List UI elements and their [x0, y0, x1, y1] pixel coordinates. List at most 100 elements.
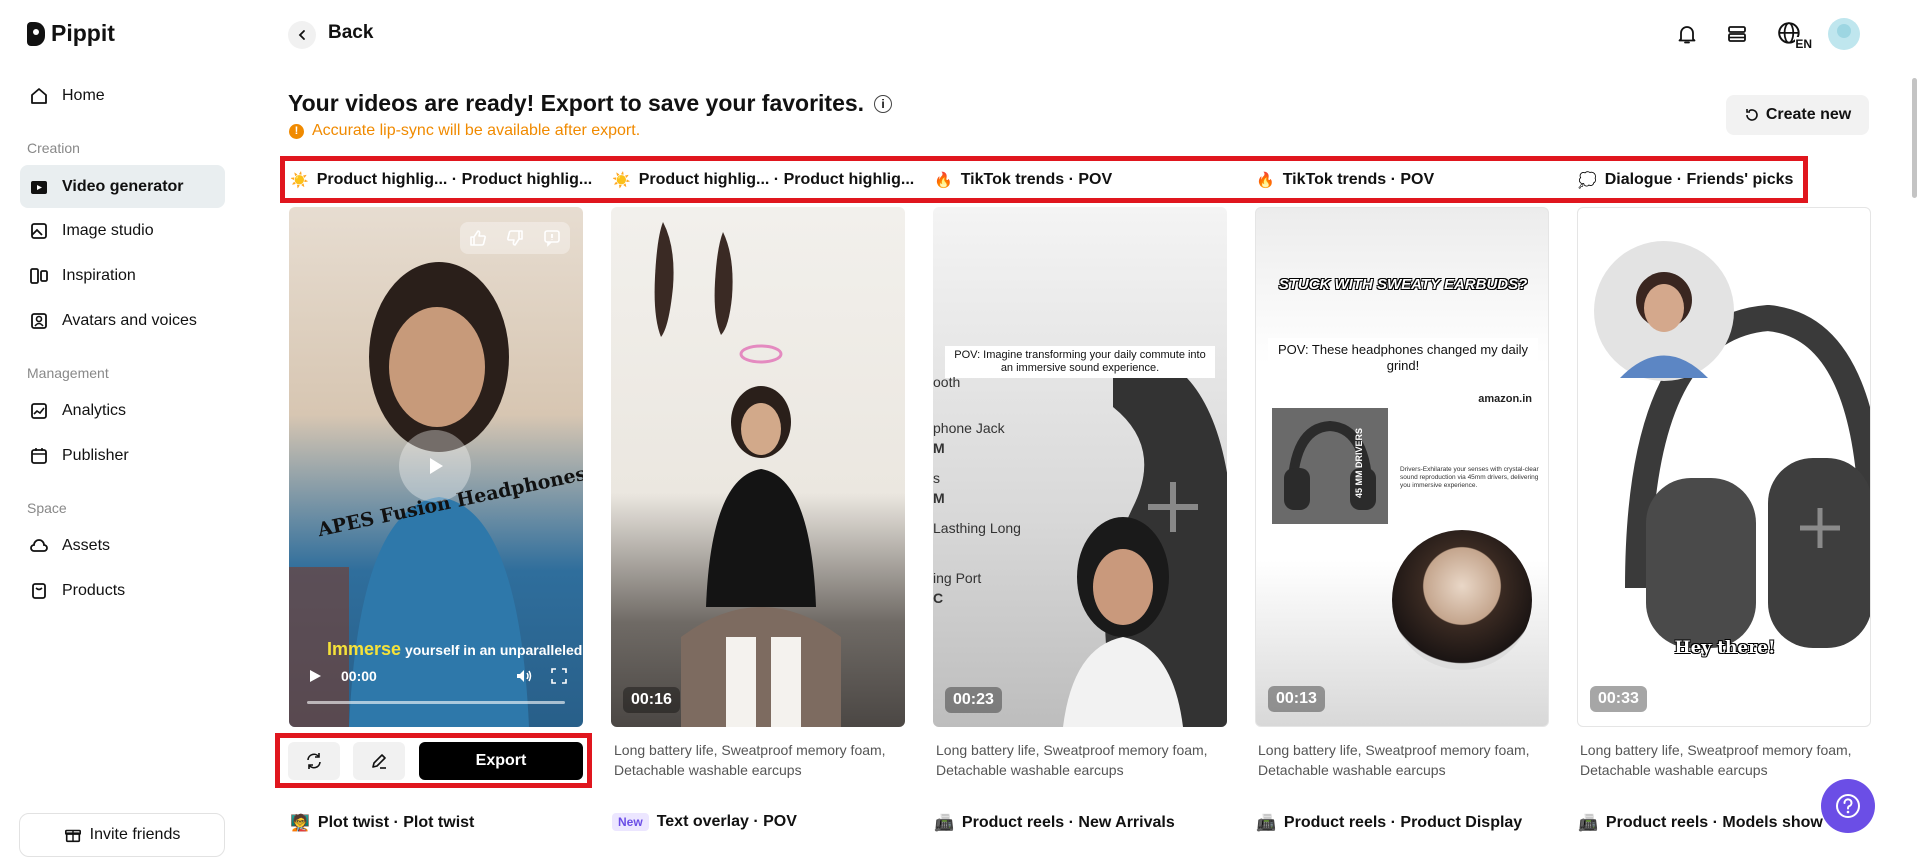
next-row-tag-1[interactable]: 🧑‍🏫 Plot twist · Plot twist: [290, 813, 474, 833]
play-small-icon[interactable]: [307, 668, 323, 684]
section-space: Space: [27, 500, 67, 516]
footer-label: Product reels · Product Display: [1283, 814, 1523, 831]
tag-5[interactable]: 💭 Dialogue · Friends' picks: [1578, 171, 1793, 189]
volume-icon[interactable]: [515, 667, 533, 685]
tag-1[interactable]: ☀️ Product highlig... · Product highlig..…: [290, 171, 592, 189]
pippit-logo-icon: [27, 21, 45, 46]
spec-list: ooth phone Jack M s M Lasthing Long ing …: [933, 372, 1021, 608]
sidebar: Pippit Home Creation Video generator Ima…: [0, 0, 242, 857]
invite-label: Invite friends: [89, 826, 181, 843]
fire-icon: 🔥: [934, 172, 953, 189]
language-icon[interactable]: EN: [1772, 19, 1812, 51]
image-icon: [28, 220, 50, 242]
inspiration-icon: [28, 265, 50, 287]
cloud-icon: [28, 535, 50, 557]
app-name: Pippit: [51, 20, 115, 46]
back-label[interactable]: Back: [328, 22, 373, 44]
footer-label: Text overlay · POV: [656, 813, 797, 830]
sidebar-item-publisher[interactable]: Publisher: [20, 434, 225, 477]
tag-3[interactable]: 🔥 TikTok trends · POV: [934, 171, 1112, 189]
sidebar-item-label: Publisher: [62, 446, 129, 464]
layers-icon[interactable]: [1722, 19, 1752, 49]
chevron-left-icon: [296, 29, 308, 41]
video-card-2[interactable]: 00:16: [611, 207, 905, 727]
sidebar-item-avatars-and-voices[interactable]: Avatars and voices: [20, 299, 225, 342]
back-button[interactable]: [288, 21, 316, 49]
overlay-text: POV: These headphones changed my daily g…: [1268, 338, 1538, 378]
duration-badge: 00:16: [623, 687, 680, 713]
time-display: 00:00: [341, 668, 377, 684]
fax-icon: 📠: [1256, 815, 1276, 832]
create-new-label: Create new: [1765, 106, 1852, 123]
sidebar-item-video-generator[interactable]: Video generator: [20, 165, 225, 208]
next-row-tag-2[interactable]: New Text overlay · POV: [612, 813, 797, 831]
caption-bottom: Immerse yourself in an unparalleled: [327, 639, 582, 660]
fax-icon: 📠: [934, 815, 954, 832]
spec-line: ing Port: [933, 570, 982, 586]
sidebar-item-label: Home: [62, 86, 105, 104]
avatar[interactable]: [1828, 18, 1860, 50]
headline-text: STUCK WITH SWEATY EARBUDS?: [1278, 276, 1528, 293]
sidebar-item-products[interactable]: Products: [20, 569, 225, 612]
page-scrollbar[interactable]: [1912, 78, 1917, 198]
page-title: Your videos are ready! Export to save yo…: [288, 90, 893, 117]
teacher-icon: 🧑‍🏫: [290, 815, 310, 832]
bell-icon[interactable]: [1672, 19, 1702, 49]
video-card-5[interactable]: Hey there! 00:33: [1577, 207, 1871, 727]
warning-icon: !: [289, 123, 304, 139]
play-button[interactable]: [399, 430, 471, 502]
invite-friends-button[interactable]: Invite friends: [19, 813, 225, 857]
footer-label: Plot twist · Plot twist: [317, 814, 475, 831]
analytics-icon: [28, 400, 50, 422]
sidebar-item-label: Assets: [62, 536, 111, 554]
video-card-4[interactable]: STUCK WITH SWEATY EARBUDS? POV: These he…: [1255, 207, 1549, 727]
sidebar-item-inspiration[interactable]: Inspiration: [20, 254, 225, 297]
video-controls: 00:00: [307, 667, 567, 685]
tag-label: Product highlig... · Product highlig...: [316, 171, 593, 188]
sidebar-item-analytics[interactable]: Analytics: [20, 389, 225, 432]
app-logo[interactable]: Pippit: [27, 20, 115, 47]
avatar-icon: [28, 310, 50, 332]
next-row-tag-4[interactable]: 📠 Product reels · Product Display: [1256, 813, 1522, 833]
video-card-3[interactable]: POV: Imagine transforming your daily com…: [933, 207, 1227, 727]
duration-badge: 00:13: [1268, 686, 1325, 712]
thumbs-down-icon[interactable]: [505, 228, 525, 248]
top-toolbar: EN: [1672, 18, 1860, 51]
box-icon: [28, 580, 50, 602]
progress-bar[interactable]: [307, 701, 565, 704]
video-icon: [28, 176, 50, 198]
tag-label: Dialogue · Friends' picks: [1604, 171, 1794, 188]
feature-text: Drivers-Exhilarate your senses with crys…: [1400, 466, 1539, 489]
sidebar-item-image-studio[interactable]: Image studio: [20, 209, 225, 252]
home-icon: [28, 85, 50, 107]
video-thumbnail: [654, 222, 841, 727]
sidebar-item-home[interactable]: Home: [20, 74, 225, 117]
tag-2[interactable]: ☀️ Product highlig... · Product highlig..…: [612, 171, 914, 189]
spec-line: Lasthing Long: [933, 520, 1021, 536]
thumbs-up-icon[interactable]: [468, 228, 488, 248]
sidebar-item-assets[interactable]: Assets: [20, 524, 225, 567]
sidebar-item-label: Inspiration: [62, 266, 136, 284]
brand-logo: amazon.in: [1478, 393, 1532, 405]
create-new-button[interactable]: Create new: [1726, 95, 1869, 135]
calendar-icon: [28, 445, 50, 467]
next-row-tag-3[interactable]: 📠 Product reels · New Arrivals: [934, 813, 1175, 833]
info-icon[interactable]: i: [874, 94, 893, 113]
help-button[interactable]: [1821, 779, 1875, 833]
sidebar-item-label: Products: [62, 581, 126, 599]
fullscreen-icon[interactable]: [551, 668, 567, 684]
edit-button[interactable]: [353, 742, 405, 780]
next-row-tag-5[interactable]: 📠 Product reels · Models show: [1578, 813, 1823, 833]
pencil-icon: [369, 751, 389, 771]
duration-badge: 00:33: [1590, 686, 1647, 712]
tag-4[interactable]: 🔥 TikTok trends · POV: [1256, 171, 1434, 189]
spec-line: M: [933, 440, 945, 456]
tag-label: TikTok trends · POV: [960, 171, 1113, 188]
footer-label: Product reels · New Arrivals: [961, 814, 1175, 831]
export-button[interactable]: Export: [419, 742, 583, 780]
footer-label: Product reels · Models show: [1605, 814, 1823, 831]
card-description: Long battery life, Sweatproof memory foa…: [1580, 742, 1852, 778]
report-icon[interactable]: [542, 228, 562, 248]
regenerate-button[interactable]: [288, 742, 340, 780]
caption-text: Hey there!: [1674, 638, 1776, 658]
